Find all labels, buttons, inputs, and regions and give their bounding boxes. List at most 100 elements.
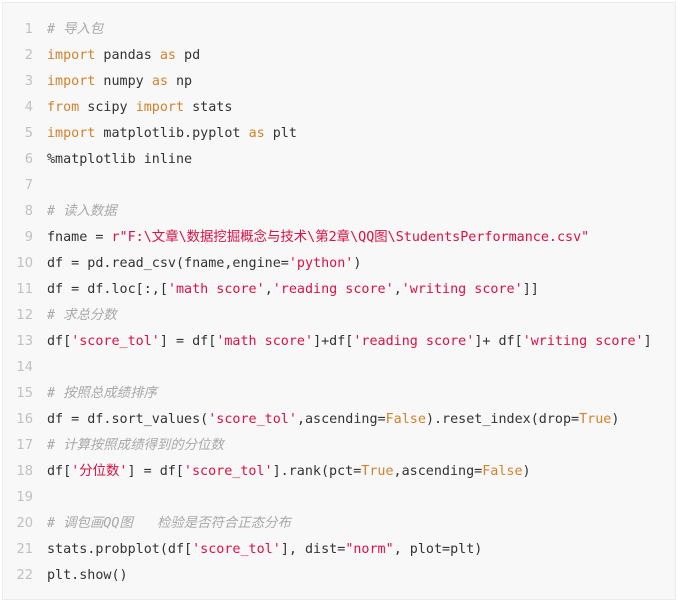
code-line: 9 fname = r"F:\文章\数据挖掘概念与技术\第2章\QQ图\Stude… <box>3 225 589 251</box>
code-line: 16 df = df.sort_values('score_tol',ascend… <box>3 407 619 433</box>
line-number: 17 <box>16 438 33 453</box>
keyword-token: as <box>248 126 265 141</box>
code-token: %matplotlib inline <box>47 152 193 167</box>
keyword-token: import <box>135 100 185 115</box>
code-token: , <box>393 282 402 297</box>
code-token: np <box>167 74 193 89</box>
line-number: 5 <box>24 126 33 141</box>
code-token: scipy <box>79 100 136 115</box>
line-number: 9 <box>24 230 33 245</box>
line-number: 8 <box>24 204 33 219</box>
string-token: 'python' <box>288 256 354 271</box>
code-token: ].rank(pct= <box>272 464 362 479</box>
string-token: 'reading score' <box>272 282 394 297</box>
line-number: 7 <box>24 178 33 193</box>
code-token: ] = df[ <box>159 334 217 349</box>
string-token: 'reading score' <box>353 334 475 349</box>
string-token: '分位数' <box>71 464 128 479</box>
code-token: ,ascending= <box>296 412 386 427</box>
code-token: numpy <box>95 74 152 89</box>
code-line: 4 from scipy import stats <box>3 95 233 121</box>
keyword-token: True <box>579 412 612 427</box>
keyword-token: import <box>47 126 96 141</box>
code-line: 22 plt.show() <box>3 563 128 589</box>
code-line: 1 # 导入包 <box>3 17 104 43</box>
line-number: 18 <box>16 464 33 479</box>
code-line: 6 %matplotlib inline <box>3 147 192 173</box>
line-number: 20 <box>16 516 33 531</box>
keyword-token: from <box>47 100 80 115</box>
code-token: df[ <box>47 464 72 479</box>
line-number: 6 <box>24 152 33 167</box>
line-number: 4 <box>24 100 33 115</box>
code-token: plt <box>264 126 297 141</box>
code-line: 19 <box>3 485 47 511</box>
code-line: 10 df = pd.read_csv(fname,engine='python'… <box>3 251 361 277</box>
code-line: 7 <box>3 173 47 199</box>
string-token: 'score_tol' <box>192 542 281 557</box>
comment-token: # 导入包 <box>47 22 104 37</box>
line-number: 3 <box>24 74 33 89</box>
string-token: "norm" <box>345 542 394 557</box>
code-token: df = df.sort_values( <box>47 412 209 427</box>
code-token: ]+ df[ <box>474 334 523 349</box>
code-token: stats.probplot(df[ <box>47 542 193 557</box>
line-number: 14 <box>16 360 33 375</box>
comment-token: # 调包画QQ图 检验是否符合正态分布 <box>47 516 291 531</box>
code-token: , <box>264 282 273 297</box>
code-line: 3 import numpy as np <box>3 69 192 95</box>
string-token: 'writing score' <box>522 334 644 349</box>
code-token: plt.show() <box>47 568 128 583</box>
code-token: ] <box>643 334 652 349</box>
comment-token: # 按照总成绩排序 <box>47 386 157 401</box>
line-number: 16 <box>16 412 33 427</box>
keyword-token: import <box>47 48 96 63</box>
keyword-token: False <box>482 464 523 479</box>
string-token: 'writing score' <box>401 282 523 297</box>
code-token: df = pd.read_csv(fname,engine= <box>47 256 289 271</box>
code-token: ] = df[ <box>127 464 184 479</box>
string-token: 'score_tol' <box>183 464 273 479</box>
line-number: 22 <box>16 568 33 583</box>
code-line: 11 df = df.loc[:,['math score','reading s… <box>3 277 539 303</box>
code-token: df = df.loc[:,[ <box>47 282 168 297</box>
code-token: ).reset_index(drop= <box>425 412 580 427</box>
comment-token: # 读入数据 <box>47 204 117 219</box>
code-line: 13 df['score_tol'] = df['math score']+df[… <box>3 329 652 355</box>
code-token: ) <box>611 412 620 427</box>
string-token: 'math score' <box>167 282 265 297</box>
line-number: 19 <box>16 490 33 505</box>
comment-token: # 求总分数 <box>47 308 117 323</box>
line-number: 10 <box>16 256 33 271</box>
code-token: ,ascending= <box>393 464 483 479</box>
string-token: 'score_tol' <box>71 334 160 349</box>
line-number: 15 <box>16 386 33 401</box>
code-line: 14 <box>3 355 47 381</box>
keyword-token: True <box>361 464 394 479</box>
code-line: 18 df['分位数'] = df['score_tol'].rank(pct=T… <box>3 459 531 485</box>
string-token: r"F:\文章\数据挖掘概念与技术\第2章\QQ图\StudentsPerfor… <box>111 230 590 245</box>
code-line: 15 # 按照总成绩排序 <box>3 381 157 407</box>
code-token: pd <box>176 48 201 63</box>
keyword-token: as <box>159 48 176 63</box>
keyword-token: import <box>47 74 96 89</box>
code-token: ], dist= <box>280 542 346 557</box>
code-line: 20 # 调包画QQ图 检验是否符合正态分布 <box>3 511 291 537</box>
code-line: 17 # 计算按照成绩得到的分位数 <box>3 433 223 459</box>
code-line: 21 stats.probplot(df['score_tol'], dist="… <box>3 537 482 563</box>
code-token: matplotlib.pyplot <box>95 126 249 141</box>
code-line: 5 import matplotlib.pyplot as plt <box>3 121 297 147</box>
code-token: ) <box>353 256 362 271</box>
line-number: 11 <box>16 282 33 297</box>
code-token: , plot=plt) <box>393 542 483 557</box>
line-number: 2 <box>24 48 33 63</box>
code-line: 2 import pandas as pd <box>3 43 200 69</box>
code-token: ]] <box>522 282 539 297</box>
string-token: 'math score' <box>216 334 314 349</box>
code-token: stats <box>184 100 233 115</box>
code-token: ]+df[ <box>313 334 354 349</box>
code-token: ) <box>522 464 531 479</box>
line-number: 1 <box>24 22 33 37</box>
line-number: 13 <box>16 334 33 349</box>
code-token: fname = <box>47 230 112 245</box>
